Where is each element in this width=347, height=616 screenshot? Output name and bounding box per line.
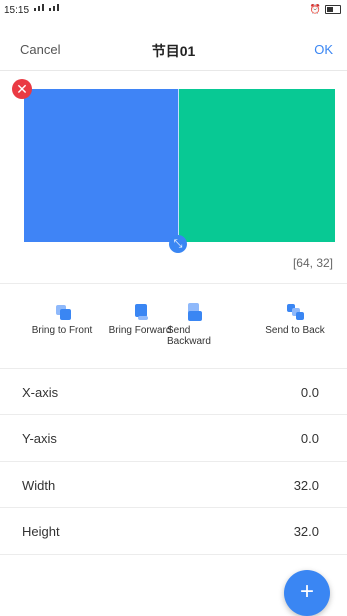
nav-bar: Cancel 节目01 OK [0, 30, 347, 71]
width-value[interactable]: 32.0 [294, 478, 319, 493]
width-row[interactable]: Width 32.0 [0, 461, 347, 508]
height-label: Height [22, 524, 60, 539]
bring-to-front-label: Bring to Front [31, 325, 93, 336]
selection-edge [178, 89, 179, 242]
divider [0, 554, 347, 555]
width-label: Width [22, 478, 56, 493]
blue-window[interactable] [24, 89, 178, 242]
delete-icon[interactable]: ✕ [12, 79, 32, 99]
y-axis-label: Y-axis [22, 431, 57, 446]
bring-to-front-icon [51, 303, 73, 321]
status-bar: 15:15 ⏰ [0, 0, 347, 24]
send-to-back-button[interactable]: Send to Back [255, 303, 335, 336]
page-title: 节目01 [151, 43, 196, 59]
x-axis-value[interactable]: 0.0 [301, 385, 319, 400]
bring-forward-icon [129, 303, 151, 321]
ok-button[interactable]: OK [314, 42, 333, 57]
y-axis-row[interactable]: Y-axis 0.0 [0, 414, 347, 461]
send-to-back-icon [284, 303, 306, 321]
bring-forward-label: Bring Forward [108, 325, 172, 336]
height-row[interactable]: Height 32.0 [0, 507, 347, 554]
status-icons: ⏰ [310, 4, 341, 15]
y-axis-value[interactable]: 0.0 [301, 431, 319, 446]
signal-icon [34, 4, 59, 11]
send-backward-button[interactable]: Send Backward [167, 303, 225, 347]
x-axis-row[interactable]: X-axis 0.0 [0, 368, 347, 415]
divider [0, 283, 347, 284]
x-axis-label: X-axis [22, 385, 59, 400]
send-to-back-label: Send to Back [265, 325, 325, 336]
green-window[interactable] [179, 89, 335, 242]
status-time: 15:15 [4, 5, 30, 16]
bring-to-front-button[interactable]: Bring to Front [22, 303, 102, 336]
battery-icon [325, 5, 341, 14]
program-canvas[interactable] [24, 89, 335, 242]
coordinates-label: [64, 32] [292, 256, 333, 270]
send-backward-icon [185, 303, 207, 321]
height-value[interactable]: 32.0 [294, 524, 319, 539]
resize-handle-icon[interactable]: ⤡ [169, 235, 187, 253]
send-backward-label: Send Backward [167, 325, 211, 347]
add-button[interactable]: + [284, 570, 330, 616]
alarm-icon: ⏰ [309, 4, 321, 14]
